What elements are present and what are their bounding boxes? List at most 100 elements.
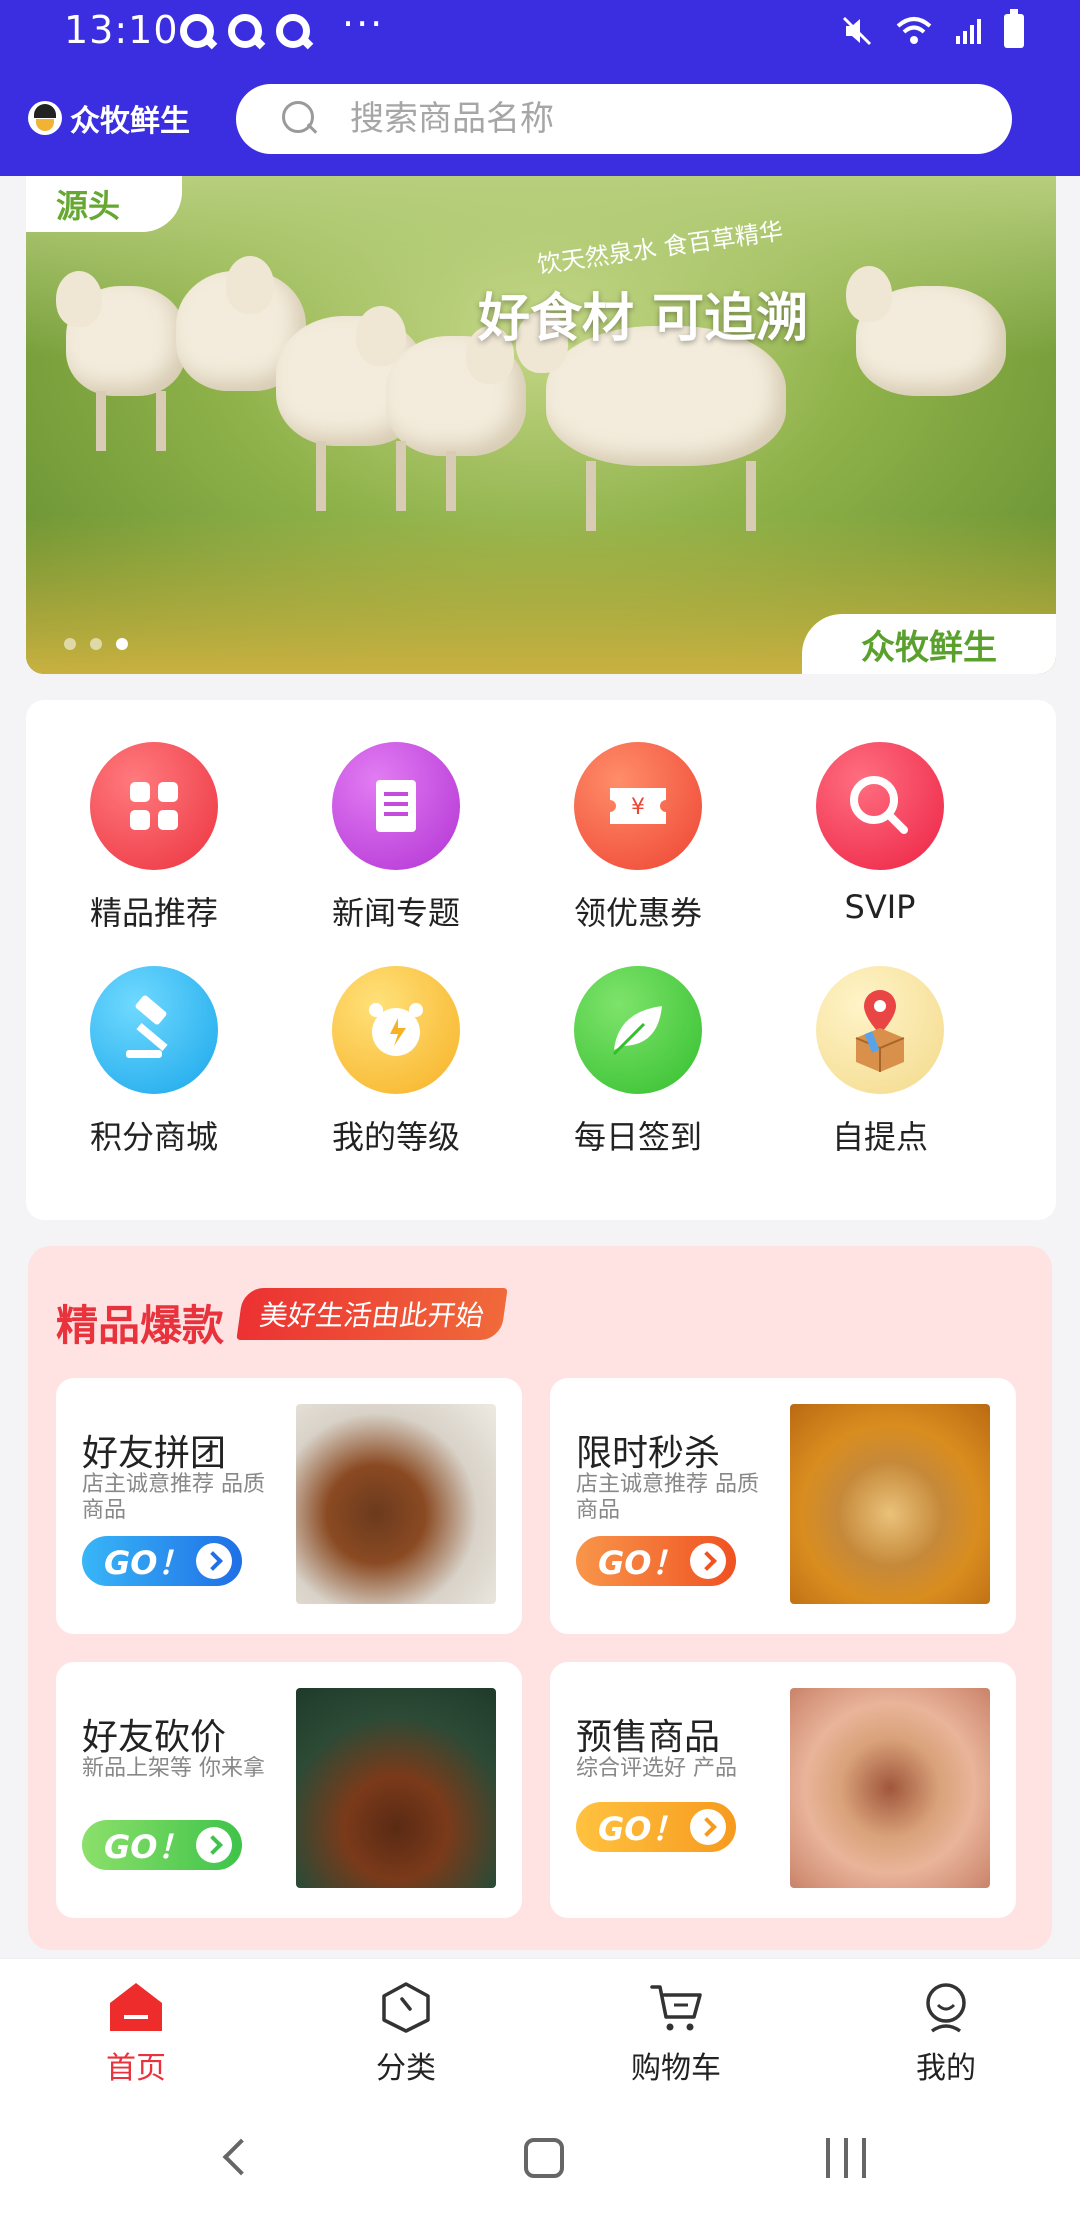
qq-notification-icon xyxy=(276,14,310,48)
arrow-right-icon xyxy=(690,1543,726,1579)
home-icon xyxy=(110,1983,162,2031)
deal-card-group-buy[interactable]: 好友拼团 店主诚意推荐 品质商品 GO！ xyxy=(56,1378,522,1634)
banner-source-tag: 源头 xyxy=(26,176,182,232)
stuffed-bun-image xyxy=(790,1688,990,1888)
home-button-icon[interactable] xyxy=(524,2138,564,2178)
more-notifications-icon: ··· xyxy=(342,2,385,46)
banner-slogan: 好食材 可追溯 xyxy=(478,288,809,349)
app-bar: 众牧鲜生 xyxy=(0,66,1080,176)
grid-item-featured[interactable]: 精品推荐 xyxy=(54,742,254,942)
battery-icon xyxy=(1004,9,1024,48)
pagination-dot[interactable] xyxy=(64,638,76,650)
go-button[interactable]: GO！ xyxy=(82,1536,242,1586)
bottom-tab-bar: 首页 分类 购物车 我的 xyxy=(0,1958,1080,2108)
tab-label: 我的 xyxy=(916,2051,976,2086)
sheep-head xyxy=(226,256,274,314)
spicy-meat-image xyxy=(296,1688,496,1888)
deal-title: 预售商品 xyxy=(576,1717,721,1758)
grid-item-daily-checkin[interactable]: 每日签到 xyxy=(538,966,738,1166)
grid-label: 每日签到 xyxy=(573,1118,702,1156)
deal-title: 好友拼团 xyxy=(82,1433,227,1474)
alarm-clock-icon xyxy=(332,966,460,1094)
signal-icon xyxy=(956,19,981,44)
status-bar: 13:10 ··· xyxy=(0,0,1080,66)
grid-label: 自提点 xyxy=(831,1118,928,1156)
grid-item-svip[interactable]: SVIP xyxy=(780,742,980,942)
recent-apps-icon[interactable] xyxy=(826,2138,866,2178)
cart-icon xyxy=(650,1985,702,2031)
section-badge: 美好生活由此开始 xyxy=(236,1288,508,1340)
deal-card-presale[interactable]: 预售商品 综合评选好 产品 GO！ xyxy=(550,1662,1016,1918)
tab-category[interactable]: 分类 xyxy=(306,1981,506,2087)
lamb-ribs-image xyxy=(296,1404,496,1604)
gavel-icon xyxy=(90,966,218,1094)
go-label: GO！ xyxy=(104,1544,190,1582)
go-button[interactable]: GO！ xyxy=(576,1802,736,1852)
category-icon xyxy=(382,1982,430,2033)
back-icon[interactable] xyxy=(222,2138,260,2176)
leaf-icon xyxy=(574,966,702,1094)
sheep-leg xyxy=(446,451,456,511)
search-icon xyxy=(282,101,318,137)
grid-item-coupon[interactable]: ¥ 领优惠券 xyxy=(538,742,738,942)
grid-icon xyxy=(90,742,218,870)
sheep-leg xyxy=(586,461,596,531)
go-label: GO！ xyxy=(598,1810,684,1848)
grid-item-pickup-point[interactable]: 自提点 xyxy=(780,966,980,1166)
magnifier-icon xyxy=(816,742,944,870)
pagination-dot-active[interactable] xyxy=(116,638,128,650)
svg-text:¥: ¥ xyxy=(631,795,645,820)
search-bar[interactable] xyxy=(236,84,1012,154)
deal-title: 限时秒杀 xyxy=(576,1433,721,1474)
grid-label: 精品推荐 xyxy=(89,894,218,932)
status-indicators xyxy=(840,9,1024,48)
grid-label: 新闻专题 xyxy=(331,894,460,932)
hot-products-section: 精品爆款 美好生活由此开始 好友拼团 店主诚意推荐 品质商品 GO！ 限时秒杀 … xyxy=(28,1246,1052,1950)
grid-label: 我的等级 xyxy=(331,1118,460,1156)
sheep-leg xyxy=(156,391,166,451)
wifi-icon xyxy=(896,17,932,44)
brand-logo-icon xyxy=(28,101,62,135)
arrow-right-icon xyxy=(196,1543,232,1579)
sheep-leg xyxy=(746,461,756,531)
deal-subtitle: 综合评选好 产品 xyxy=(576,1756,737,1781)
brand: 众牧鲜生 xyxy=(28,96,190,140)
tab-cart[interactable]: 购物车 xyxy=(576,1981,776,2087)
go-label: GO！ xyxy=(104,1828,190,1866)
system-navigation-bar xyxy=(0,2108,1080,2220)
status-time: 13:10 xyxy=(64,8,179,52)
deal-card-flash-sale[interactable]: 限时秒杀 店主诚意推荐 品质商品 GO！ xyxy=(550,1378,1016,1634)
deal-card-bargain[interactable]: 好友砍价 新品上架等 你来拿 GO！ xyxy=(56,1662,522,1918)
deal-subtitle: 店主诚意推荐 品质商品 xyxy=(82,1472,265,1523)
grid-label: 积分商城 xyxy=(89,1118,218,1156)
banner-brand-tag: 众牧鲜生 xyxy=(802,614,1056,674)
grid-item-points-mall[interactable]: 积分商城 xyxy=(54,966,254,1166)
app-header: 13:10 ··· 众牧鲜生 搜索商品名称 xyxy=(0,0,1080,176)
tab-profile[interactable]: 我的 xyxy=(846,1981,1046,2087)
qq-notification-icon xyxy=(180,14,214,48)
sheep-head xyxy=(846,266,892,322)
pagination-dot[interactable] xyxy=(90,638,102,650)
deal-subtitle: 店主诚意推荐 品质商品 xyxy=(576,1472,759,1523)
deal-subtitle: 新品上架等 你来拿 xyxy=(82,1756,265,1781)
document-icon xyxy=(332,742,460,870)
sheep-head xyxy=(56,271,102,327)
search-input[interactable] xyxy=(350,99,950,139)
location-package-icon xyxy=(816,966,944,1094)
feature-grid: 精品推荐 新闻专题 ¥ 领优惠券 SVIP 积分商城 我的等级 每日签到 自提点 xyxy=(26,700,1056,1220)
hero-banner[interactable]: 源头 饮天然泉水 食百草精华 好食材 可追溯 众牧鲜生 xyxy=(26,176,1056,674)
tab-label: 分类 xyxy=(376,2051,436,2086)
deal-title: 好友砍价 xyxy=(82,1717,227,1758)
profile-icon xyxy=(926,1983,966,2033)
go-label: GO！ xyxy=(598,1544,684,1582)
banner-pagination xyxy=(64,638,128,650)
coupon-icon: ¥ xyxy=(574,742,702,870)
go-button[interactable]: GO！ xyxy=(82,1820,242,1870)
section-title: 精品爆款 xyxy=(56,1301,225,1350)
brand-name: 众牧鲜生 xyxy=(70,104,190,139)
mute-icon xyxy=(842,16,872,46)
grid-item-my-level[interactable]: 我的等级 xyxy=(296,966,496,1166)
grid-item-news[interactable]: 新闻专题 xyxy=(296,742,496,942)
go-button[interactable]: GO！ xyxy=(576,1536,736,1586)
tab-home[interactable]: 首页 xyxy=(36,1981,236,2087)
